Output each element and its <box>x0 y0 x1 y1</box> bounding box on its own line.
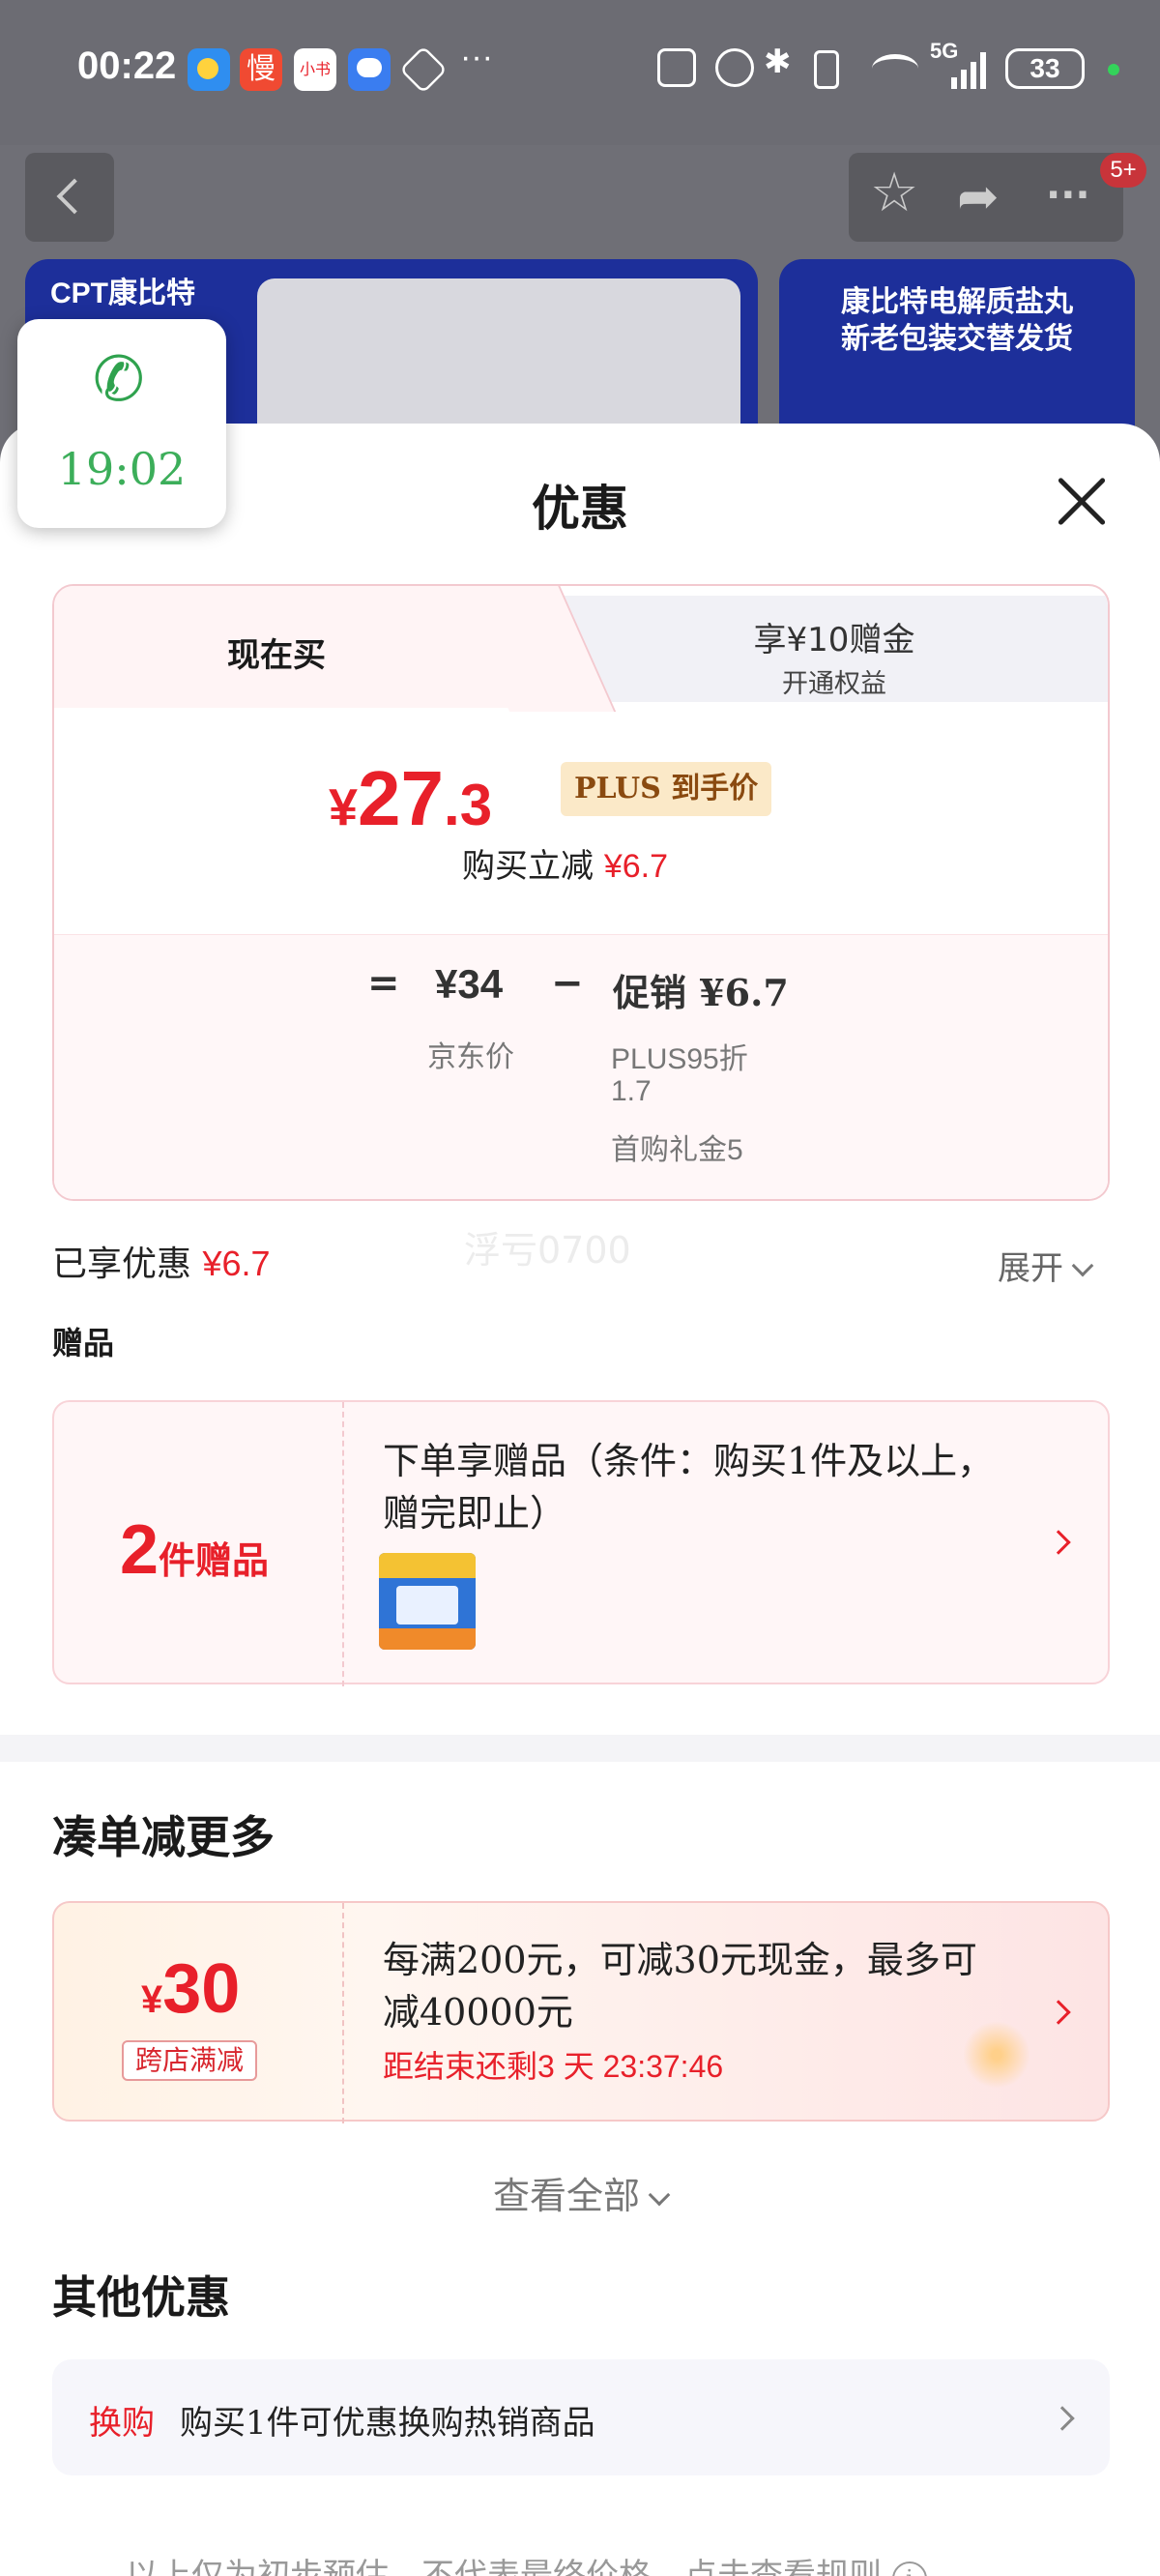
battery-indicator: 33 <box>1005 48 1085 89</box>
instant-discount: 购买立减 ¥6.7 <box>462 847 668 886</box>
star-icon[interactable]: ☆ <box>870 164 918 222</box>
signal-icon <box>951 52 990 89</box>
message-icon <box>348 48 391 91</box>
recording-dot <box>1108 64 1119 75</box>
gift-thumbnail <box>379 1553 476 1650</box>
chevron-left-icon <box>56 178 93 215</box>
tab-membership-title: 享¥10赠金 <box>753 621 915 659</box>
alarm-icon <box>715 48 754 87</box>
price-panel: 享¥10赠金 开通权益 现在买 <box>52 584 1110 1201</box>
call-duration: 19:02 <box>57 443 187 495</box>
coupon-countdown: 距结束还剩3 天 23:37:46 <box>383 2048 724 2085</box>
call-floating-card[interactable]: ✆ 19:02 <box>17 319 226 528</box>
xiaohongshu-icon: 小书 <box>294 48 336 91</box>
info-icon: i <box>891 2561 927 2576</box>
gift-count: 2件赠品 <box>120 1511 270 1589</box>
gift-description: 下单享赠品（条件：购买1件及以上，赠完即止） <box>383 1440 995 1535</box>
plus-price-tag: PLUS 到手价 <box>561 762 772 816</box>
combo-title: 凑单减更多 <box>52 1811 275 1863</box>
swap-offer-row[interactable]: 换购 购买1件可优惠换购热销商品 <box>52 2359 1110 2475</box>
status-time: 00:22 <box>77 44 177 87</box>
coupon-amount: ¥30 <box>141 1950 241 2028</box>
coupon-description: 每满200元，可减30元现金，最多可减40000元 <box>383 1939 977 2034</box>
watermark: 浮亏0700 <box>464 1229 631 1272</box>
message-badge: 5+ <box>1100 153 1146 188</box>
promo-detail-1: PLUS95折 <box>611 1043 748 1075</box>
vibrate-icon <box>814 50 839 89</box>
expand-button[interactable]: 展开 <box>998 1242 1094 1289</box>
jd-price-label: 京东价 <box>427 1041 514 1073</box>
more-options-icon[interactable]: ··· <box>1046 166 1090 224</box>
wifi-icon <box>872 54 918 83</box>
sparkle-icon <box>963 2021 1030 2089</box>
chevron-down-icon <box>648 2183 671 2207</box>
section-divider <box>0 1735 1160 1762</box>
chevron-right-icon <box>1050 2406 1075 2431</box>
jd-price-value: ¥34 <box>435 961 504 1007</box>
disclaimer[interactable]: 以上仅为初步预估，不代表最终价格，点击查看规则 i <box>126 2549 927 2576</box>
final-price: ¥27.3 <box>329 755 493 841</box>
gift-section-label: 赠品 <box>52 1325 115 1361</box>
tab-buy-now-label: 现在买 <box>227 636 326 675</box>
more-icon: ··· <box>460 39 493 75</box>
bluetooth-icon: ✱ <box>764 44 792 80</box>
tab-membership[interactable]: 享¥10赠金 开通权益 <box>557 596 1108 702</box>
promo-value: 促销 ¥6.7 <box>613 971 789 1014</box>
weather-icon <box>188 48 230 91</box>
promo-detail-2: 1.7 <box>611 1075 652 1107</box>
swap-tag: 换购 <box>89 2404 155 2443</box>
banner-line-2: 新老包装交替发货 <box>841 322 1073 356</box>
back-button[interactable] <box>25 153 114 242</box>
phone-icon: ✆ <box>93 344 145 416</box>
formula-equals: = <box>367 961 400 1006</box>
chevron-down-icon <box>1071 1254 1094 1277</box>
share-icon[interactable]: ➦ <box>957 168 1000 226</box>
slow-app-icon: 慢 <box>240 48 282 91</box>
formula-minus: − <box>551 961 584 1006</box>
other-offers-title: 其他优惠 <box>52 2271 230 2324</box>
tab-membership-subtitle: 开通权益 <box>782 669 886 699</box>
see-all-button[interactable]: 查看全部 <box>0 2166 1160 2219</box>
close-icon[interactable] <box>1054 474 1110 530</box>
enjoyed-discount: 已享优惠 ¥6.7 <box>52 1244 271 1284</box>
nfc-icon <box>657 48 696 87</box>
promo-detail-3: 首购礼金5 <box>611 1134 743 1166</box>
swap-text: 购买1件可优惠换购热销商品 <box>180 2404 595 2443</box>
banner-line-1: 康比特电解质盐丸 <box>841 285 1073 319</box>
cross-store-tag: 跨店满减 <box>122 2040 258 2081</box>
brand-logo: CPT康比特 <box>50 278 195 309</box>
